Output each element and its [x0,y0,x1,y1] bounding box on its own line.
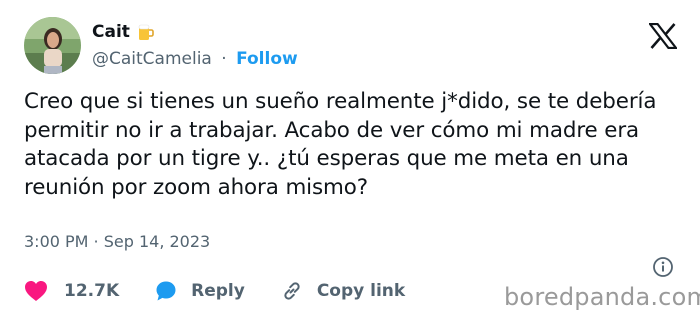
author-handle[interactable]: @CaitCamelia [92,49,212,69]
separator-dot: · [221,49,227,69]
handle-row: @CaitCamelia · Follow [92,49,298,69]
reply-button[interactable]: Reply [155,280,245,302]
x-logo-icon[interactable] [647,22,679,50]
tweet-text: Creo que si tienes un sueño realmente j*… [24,89,657,200]
avatar[interactable] [24,17,81,74]
author-name-row: Cait [92,22,154,42]
reply-label: Reply [191,281,245,301]
follow-button[interactable]: Follow [236,49,298,69]
copy-link-label: Copy link [316,281,406,301]
boredpanda-watermark: boredpanda.com [504,283,700,311]
copy-link-button[interactable]: Copy link [281,280,405,302]
action-bar: 12.7K Reply Copy link [24,279,405,303]
heart-icon [24,280,48,302]
like-count: 12.7K [64,281,120,301]
beer-mug-icon [136,22,154,42]
like-button[interactable]: 12.7K [24,280,119,302]
link-icon [281,280,303,302]
display-name[interactable]: Cait [92,22,130,42]
speech-bubble-icon [155,280,177,302]
info-icon[interactable] [652,256,674,278]
tweet-timestamp[interactable]: 3:00 PM · Sep 14, 2023 [24,232,210,251]
